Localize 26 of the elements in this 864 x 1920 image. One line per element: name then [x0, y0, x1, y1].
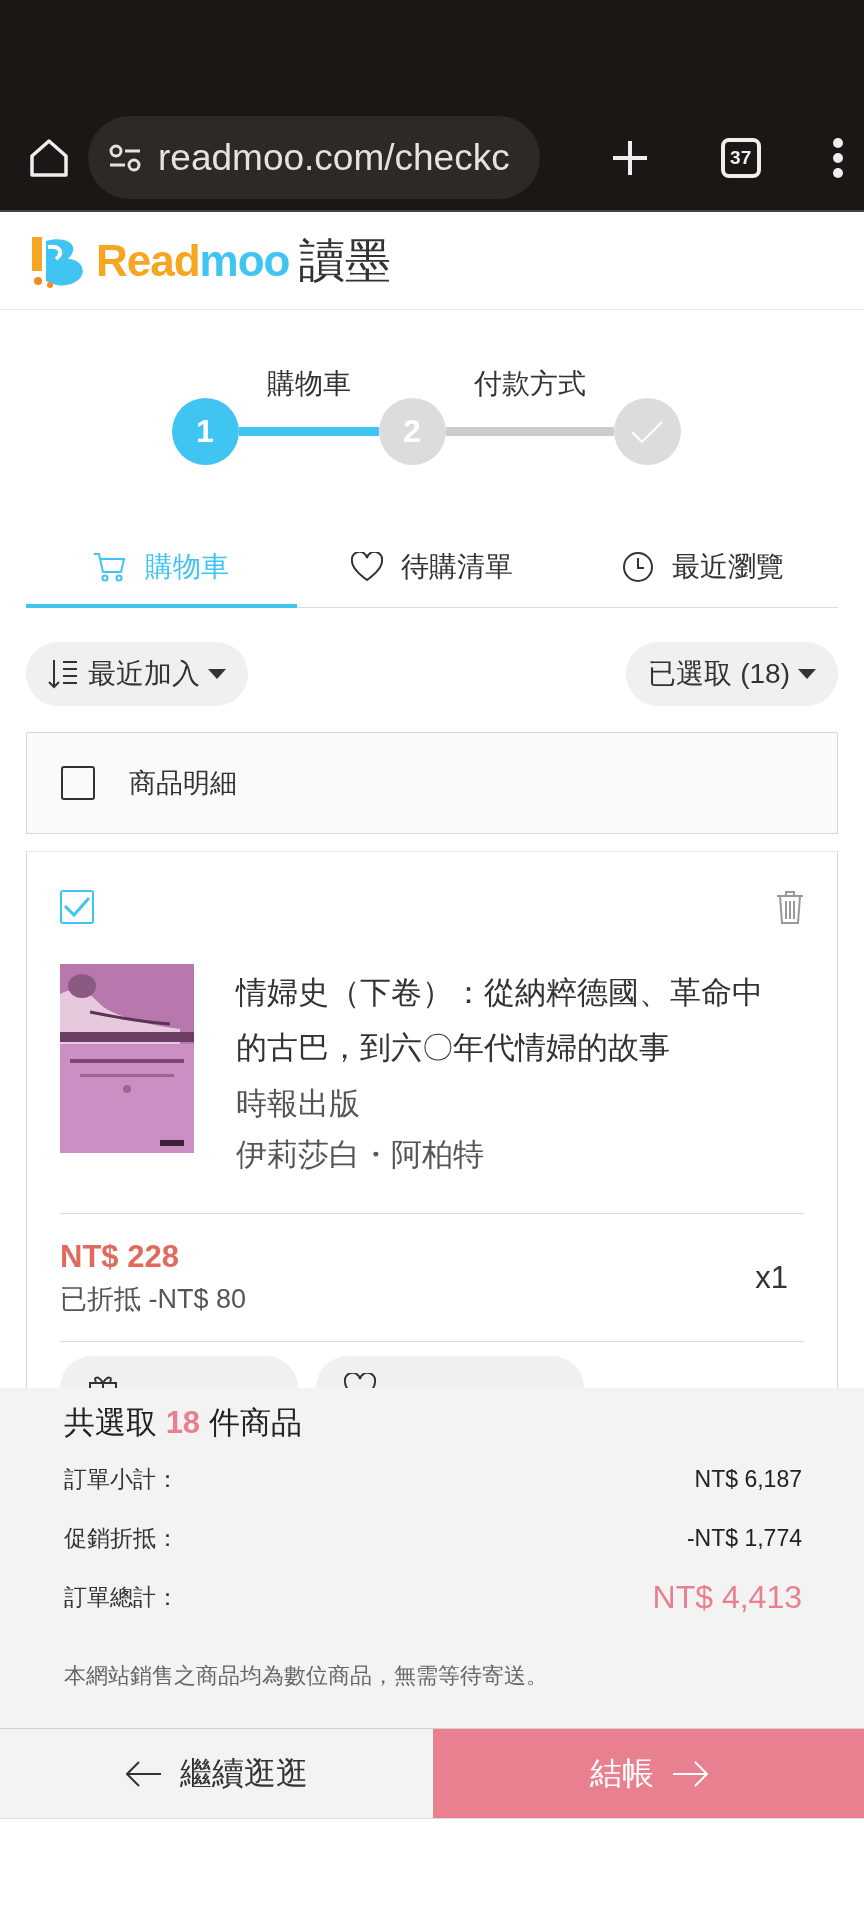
author: 伊莉莎白・阿柏特	[236, 1136, 485, 1174]
url-field[interactable]: readmoo.com/checkc	[88, 116, 540, 199]
summary-label: 促銷折抵：	[64, 1524, 179, 1553]
tab-count-button[interactable]: 37	[720, 137, 761, 178]
summary-label: 訂單總計：	[64, 1583, 179, 1612]
summary-value: NT$ 4,413	[652, 1579, 802, 1616]
discount-text: 已折抵 -NT$ 80	[60, 1282, 247, 1316]
tab[interactable]: 待購清單	[296, 530, 568, 608]
tab[interactable]: 最近瀏覽	[567, 530, 838, 608]
publisher: 時報出版	[236, 1085, 361, 1123]
delivery-note: 本網站銷售之商品均為數位商品，無需等待寄送。	[64, 1662, 549, 1690]
selected-count: 共選取 18 件商品	[64, 1404, 303, 1442]
sort-dropdown[interactable]: 最近加入	[26, 642, 248, 706]
summary-value: -NT$ 1,774	[686, 1525, 802, 1552]
readmoo-logo[interactable]: Readmoo 讀墨	[28, 229, 392, 292]
price: NT$ 228	[60, 1238, 180, 1275]
book-title[interactable]: 情婦史（下卷）：從納粹德國、革命中的古巴，到六〇年代情婦的故事	[236, 965, 776, 1075]
summary-value: NT$ 6,187	[694, 1466, 802, 1493]
summary-label: 訂單小計：	[64, 1465, 179, 1494]
step-circle: 1	[171, 398, 239, 465]
quantity: x1	[755, 1259, 788, 1296]
step-label: 付款方式	[473, 367, 586, 401]
list-header-label: 商品明細	[129, 767, 237, 800]
selection-dropdown[interactable]: 已選取 (18)	[626, 642, 838, 706]
step-label: 購物車	[266, 367, 351, 401]
continue-shopping-button[interactable]: 繼續逛逛	[0, 1729, 433, 1818]
